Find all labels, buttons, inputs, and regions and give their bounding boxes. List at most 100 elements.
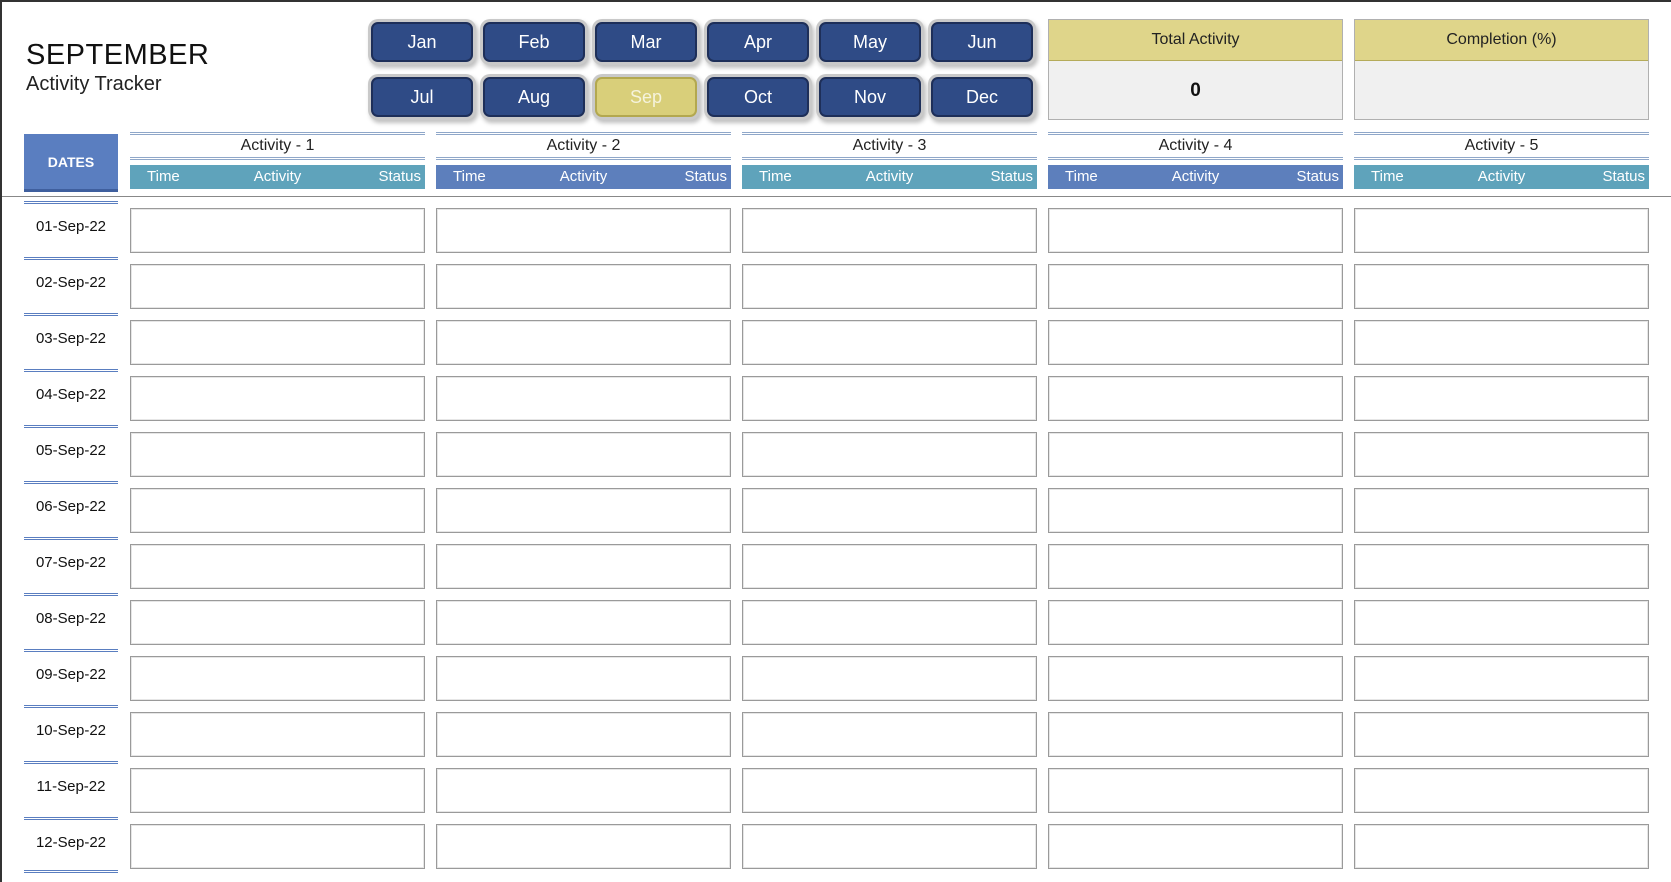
activity-3-entry[interactable] [742,544,1037,589]
activity-3-entry[interactable] [742,488,1037,533]
activity-3-entry[interactable] [742,824,1037,869]
activity-2-entry[interactable] [436,768,731,813]
completion-label: Completion (%) [1355,20,1648,61]
activity-4-entry[interactable] [1048,320,1343,365]
activity-1-entry[interactable] [130,544,425,589]
month-button-apr[interactable]: Apr [707,22,809,62]
activity-3-entry[interactable] [742,376,1037,421]
activity-3-entry[interactable] [742,600,1037,645]
month-button-nov[interactable]: Nov [819,77,921,117]
activity-5-entry[interactable] [1354,824,1649,869]
activity-1-entry[interactable] [130,264,425,309]
activity-title: Activity - 2 [436,132,731,160]
month-button-sep[interactable]: Sep [595,77,697,117]
activity-4-entry[interactable] [1048,712,1343,757]
frozen-pane-divider [2,196,1671,197]
title-block: SEPTEMBER Activity Tracker [26,38,209,95]
activity-subheader: Time Activity Status [130,165,425,189]
activity-1-entry[interactable] [130,432,425,477]
activity-4-entry[interactable] [1048,488,1343,533]
month-button-jan[interactable]: Jan [371,22,473,62]
table-row: 07-Sep-22 [2,537,1671,593]
dates-header: DATES [24,134,118,192]
activity-1-entry[interactable] [130,656,425,701]
activity-3-entry[interactable] [742,656,1037,701]
activity-2-entry[interactable] [436,488,731,533]
status-header: Status [1296,168,1339,185]
date-cell: 10-Sep-22 [24,705,118,761]
month-button-jul[interactable]: Jul [371,77,473,117]
activity-column-2: Activity - 2 Time Activity Status [436,132,731,189]
activity-5-entry[interactable] [1354,264,1649,309]
month-button-dec[interactable]: Dec [931,77,1033,117]
activity-3-entry[interactable] [742,768,1037,813]
activity-1-entry[interactable] [130,376,425,421]
activity-2-entry[interactable] [436,544,731,589]
activity-1-entry[interactable] [130,824,425,869]
activity-3-entry[interactable] [742,432,1037,477]
activity-3-entry[interactable] [742,712,1037,757]
date-cell: 11-Sep-22 [24,761,118,817]
activity-1-entry[interactable] [130,208,425,253]
activity-2-entry[interactable] [436,824,731,869]
activity-2-entry[interactable] [436,656,731,701]
activity-5-entry[interactable] [1354,320,1649,365]
activity-2-entry[interactable] [436,376,731,421]
status-header: Status [378,168,421,185]
activity-5-entry[interactable] [1354,376,1649,421]
activity-4-entry[interactable] [1048,208,1343,253]
activity-5-entry[interactable] [1354,432,1649,477]
month-button-oct[interactable]: Oct [707,77,809,117]
activity-1-entry[interactable] [130,712,425,757]
activity-5-entry[interactable] [1354,656,1649,701]
activity-1-entry[interactable] [130,768,425,813]
month-button-aug[interactable]: Aug [483,77,585,117]
activity-4-entry[interactable] [1048,600,1343,645]
activity-column-4: Activity - 4 Time Activity Status [1048,132,1343,189]
activity-2-entry[interactable] [436,432,731,477]
activity-4-entry[interactable] [1048,432,1343,477]
activity-1-entry[interactable] [130,320,425,365]
activity-subheader: Time Activity Status [742,165,1037,189]
activity-5-entry[interactable] [1354,544,1649,589]
activity-4-entry[interactable] [1048,656,1343,701]
activity-5-entry[interactable] [1354,208,1649,253]
total-activity-label: Total Activity [1049,20,1342,61]
activity-5-entry[interactable] [1354,768,1649,813]
date-cell: 09-Sep-22 [24,649,118,705]
activity-5-entry[interactable] [1354,600,1649,645]
activity-4-entry[interactable] [1048,768,1343,813]
activity-3-entry[interactable] [742,264,1037,309]
activity-4-entry[interactable] [1048,264,1343,309]
activity-tracker-sheet: SEPTEMBER Activity Tracker Jan Feb Mar A… [0,0,1671,882]
table-row: 09-Sep-22 [2,649,1671,705]
activity-2-entry[interactable] [436,712,731,757]
activity-5-entry[interactable] [1354,488,1649,533]
table-row: 12-Sep-22 [2,817,1671,873]
activity-3-entry[interactable] [742,208,1037,253]
activity-title: Activity - 3 [742,132,1037,160]
total-activity-value: 0 [1190,80,1201,101]
activity-4-entry[interactable] [1048,376,1343,421]
date-cell: 01-Sep-22 [24,201,118,257]
activity-1-entry[interactable] [130,488,425,533]
date-cell: 12-Sep-22 [24,817,118,873]
activity-2-entry[interactable] [436,600,731,645]
month-button-mar[interactable]: Mar [595,22,697,62]
status-header: Status [684,168,727,185]
month-button-may[interactable]: May [819,22,921,62]
month-button-feb[interactable]: Feb [483,22,585,62]
activity-column-5: Activity - 5 Time Activity Status [1354,132,1649,189]
activity-4-entry[interactable] [1048,824,1343,869]
activity-3-entry[interactable] [742,320,1037,365]
activity-1-entry[interactable] [130,600,425,645]
activity-5-entry[interactable] [1354,712,1649,757]
month-button-jun[interactable]: Jun [931,22,1033,62]
activity-2-entry[interactable] [436,320,731,365]
date-cell: 04-Sep-22 [24,369,118,425]
activity-subheader: Time Activity Status [436,165,731,189]
activity-4-entry[interactable] [1048,544,1343,589]
activity-2-entry[interactable] [436,264,731,309]
table-row: 01-Sep-22 [2,201,1671,257]
activity-2-entry[interactable] [436,208,731,253]
